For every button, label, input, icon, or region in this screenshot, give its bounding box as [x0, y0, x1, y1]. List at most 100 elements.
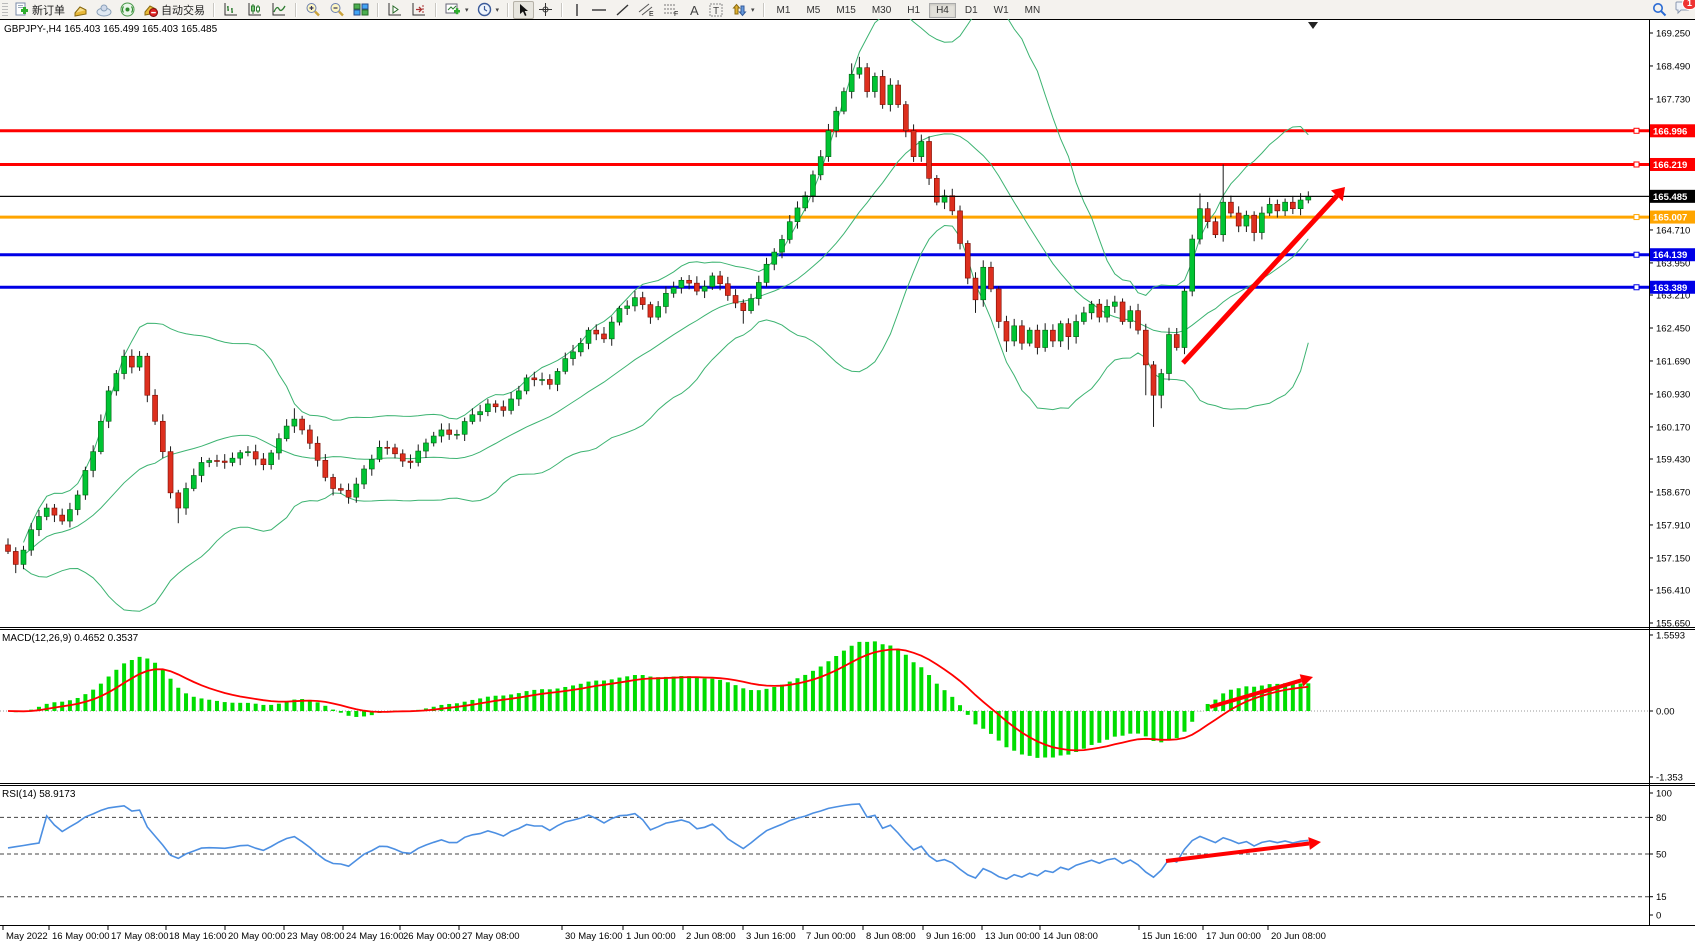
chart-shift-marker[interactable] [1308, 22, 1318, 29]
tf-button-M30[interactable]: M30 [865, 3, 898, 18]
timeframe-group: M1M5M15M30H1H4D1W1MN [769, 4, 1049, 16]
level-handle[interactable] [1634, 285, 1639, 290]
text-icon: A [688, 3, 701, 17]
tf-button-M5[interactable]: M5 [799, 3, 827, 18]
shift-chart-button[interactable] [407, 0, 431, 19]
period-button[interactable]: ▾ [473, 0, 504, 19]
dropdown-caret: ▾ [496, 6, 500, 14]
tf-button-H4[interactable]: H4 [929, 3, 956, 18]
svg-text:156.410: 156.410 [1656, 586, 1690, 597]
svg-text:158.670: 158.670 [1656, 487, 1690, 498]
autotrading-button[interactable]: 自动交易 [139, 0, 209, 20]
tf-button-W1[interactable]: W1 [987, 3, 1016, 18]
fibonacci-button[interactable]: F [659, 0, 684, 19]
svg-text:155.650: 155.650 [1656, 618, 1690, 629]
separator [561, 3, 563, 17]
label-button[interactable]: T [705, 1, 728, 19]
svg-text:20 May 00:00: 20 May 00:00 [228, 931, 286, 942]
svg-text:164.710: 164.710 [1656, 225, 1690, 236]
pane-frames [0, 19, 1695, 926]
svg-text:15: 15 [1656, 892, 1667, 903]
tile-windows-icon [353, 2, 369, 17]
svg-text:157.910: 157.910 [1656, 520, 1690, 531]
channel-button[interactable]: E [634, 0, 659, 19]
svg-text:157.150: 157.150 [1656, 553, 1690, 564]
quotes-icon [73, 3, 88, 17]
tile-windows-button[interactable] [349, 0, 373, 19]
quotes-button[interactable] [69, 1, 92, 19]
macd-pane [0, 641, 1649, 758]
svg-text:0.00: 0.00 [1656, 707, 1675, 718]
svg-text:18 May 16:00: 18 May 16:00 [169, 931, 227, 942]
zoom-in-button[interactable] [301, 0, 325, 19]
svg-text:164.139: 164.139 [1653, 250, 1687, 261]
level-handle[interactable] [1634, 128, 1639, 133]
candle-chart-button[interactable] [243, 0, 267, 19]
cursor-button[interactable] [513, 1, 534, 19]
dropdown-caret: ▾ [751, 6, 755, 14]
signal-button[interactable] [116, 0, 139, 19]
text-button[interactable]: A [684, 1, 705, 19]
zoom-out-button[interactable] [325, 0, 349, 19]
svg-text:161.690: 161.690 [1656, 356, 1690, 367]
svg-text:159.430: 159.430 [1656, 455, 1690, 466]
hline-button[interactable] [587, 1, 611, 19]
candle-chart-icon [247, 2, 263, 17]
svg-text:165.007: 165.007 [1653, 213, 1687, 224]
svg-text:7 Jun 00:00: 7 Jun 00:00 [806, 931, 856, 942]
dropdown-caret: ▾ [465, 6, 469, 14]
crosshair-icon [538, 2, 553, 17]
trendline-icon [615, 3, 630, 17]
svg-text:15 Jun 16:00: 15 Jun 16:00 [1142, 931, 1197, 942]
tf-button-M1[interactable]: M1 [770, 3, 798, 18]
new-chart-icon [445, 2, 461, 17]
mt4-window: { "toolbar": { "new_order_label": "新订单",… [0, 0, 1695, 943]
profile-icon [96, 3, 112, 17]
svg-text:9 Jun 16:00: 9 Jun 16:00 [926, 931, 976, 942]
separator [763, 3, 765, 17]
channel-icon: E [638, 2, 655, 17]
tf-button-D1[interactable]: D1 [958, 3, 985, 18]
crosshair-button[interactable] [534, 0, 557, 19]
search-icon[interactable] [1652, 2, 1667, 17]
toolbar-grip[interactable] [2, 3, 8, 17]
line-chart-button[interactable] [267, 0, 291, 19]
svg-text:100: 100 [1656, 789, 1672, 800]
tf-button-H1[interactable]: H1 [900, 3, 927, 18]
bollinger-lower [24, 226, 1309, 612]
zoom-out-icon [329, 2, 345, 17]
svg-text:20 Jun 08:00: 20 Jun 08:00 [1271, 931, 1326, 942]
chart-plot[interactable]: 169.250168.490167.730164.710163.950163.2… [0, 19, 1695, 943]
level-handle[interactable] [1634, 162, 1639, 167]
bollinger-middle [24, 134, 1309, 555]
new-chart-button[interactable]: ▾ [441, 0, 473, 19]
chat-button[interactable]: 1 [1675, 1, 1691, 18]
vline-button[interactable] [567, 1, 587, 19]
chart-window: 169.250168.490167.730164.710163.950163.2… [0, 19, 1695, 943]
tf-button-MN[interactable]: MN [1018, 3, 1048, 18]
trend-arrow-rsi[interactable] [1166, 837, 1321, 861]
bar-chart-icon [223, 2, 239, 17]
svg-text:8 Jun 08:00: 8 Jun 08:00 [866, 931, 916, 942]
level-handle[interactable] [1634, 215, 1639, 220]
svg-text:T: T [713, 6, 719, 17]
auto-scroll-button[interactable] [383, 0, 407, 19]
tf-button-M15[interactable]: M15 [829, 3, 862, 18]
level-handle[interactable] [1634, 252, 1639, 257]
svg-text:F: F [674, 11, 678, 17]
time-axis[interactable]: May 202216 May 00:0017 May 08:0018 May 1… [3, 926, 1326, 942]
notification-badge: 1 [1682, 0, 1695, 10]
fibonacci-icon: F [663, 2, 680, 17]
rsi-indicator-label: RSI(14) 58.9173 [2, 789, 75, 800]
bar-chart-button[interactable] [219, 0, 243, 19]
separator [377, 3, 379, 17]
svg-text:May 2022: May 2022 [6, 931, 48, 942]
svg-text:26 May 00:00: 26 May 00:00 [403, 931, 461, 942]
trendline-button[interactable] [611, 1, 634, 19]
new-order-label: 新订单 [32, 2, 65, 18]
svg-text:0: 0 [1656, 911, 1661, 922]
profile-button[interactable] [92, 1, 116, 19]
shapes-button[interactable]: ▾ [728, 1, 759, 19]
price-axis[interactable]: 169.250168.490167.730164.710163.950163.2… [1649, 29, 1695, 922]
new-order-button[interactable]: 新订单 [10, 0, 69, 20]
